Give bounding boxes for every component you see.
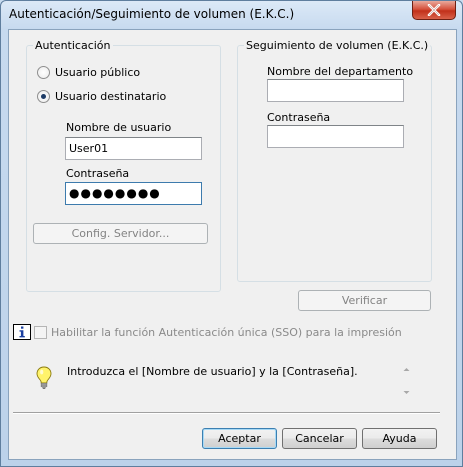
volume-tracking-group: Seguimiento de volumen (E.K.C.) Nombre d… xyxy=(237,39,432,282)
password-label: Contraseña xyxy=(66,167,130,180)
window-title: Autenticación/Seguimiento de volumen (E.… xyxy=(9,7,295,21)
sso-checkbox[interactable] xyxy=(34,325,47,339)
volume-tracking-group-title: Seguimiento de volumen (E.K.C.) xyxy=(244,39,431,52)
username-input[interactable]: User01 xyxy=(65,137,202,160)
cancel-button[interactable]: Cancelar xyxy=(282,428,357,449)
tracking-password-label: Contraseña xyxy=(267,111,331,124)
authentication-group: Autenticación Usuario público Usuario de… xyxy=(26,39,221,292)
username-label: Nombre de usuario xyxy=(66,121,172,134)
sso-label: Habilitar la función Autenticación única… xyxy=(51,325,402,339)
close-button[interactable] xyxy=(412,1,456,20)
accept-button[interactable]: Aceptar xyxy=(202,428,277,449)
radio-public-user-label: Usuario público xyxy=(55,66,141,79)
radio-public-user[interactable]: Usuario público xyxy=(37,66,140,79)
authentication-group-title: Autenticación xyxy=(33,39,113,52)
radio-recipient-user-label: Usuario destinatario xyxy=(55,90,167,103)
info-icon xyxy=(13,324,31,340)
info-glyph-icon xyxy=(19,326,25,338)
department-name-input[interactable] xyxy=(267,79,404,102)
config-server-button[interactable]: Config. Servidor... xyxy=(33,223,208,244)
message-scrollbar[interactable] xyxy=(398,360,415,402)
password-input[interactable]: ●●●●●●●● xyxy=(65,182,202,205)
title-bar[interactable]: Autenticación/Seguimiento de volumen (E.… xyxy=(1,1,462,29)
dialog-client-area: Autenticación Usuario público Usuario de… xyxy=(8,29,457,460)
help-button[interactable]: Ayuda xyxy=(362,428,437,449)
sso-row: Habilitar la función Autenticación única… xyxy=(13,324,402,340)
close-icon xyxy=(427,4,441,16)
bottom-separator xyxy=(13,412,440,414)
dialog-window: Autenticación/Seguimiento de volumen (E.… xyxy=(0,0,463,467)
radio-recipient-user[interactable]: Usuario destinatario xyxy=(37,90,166,103)
radio-recipient-user-indicator[interactable] xyxy=(37,90,50,103)
tracking-password-input[interactable] xyxy=(267,125,404,148)
radio-public-user-indicator[interactable] xyxy=(37,66,50,79)
verify-button[interactable]: Verificar xyxy=(298,290,431,311)
department-name-label: Nombre del departamento xyxy=(267,65,414,78)
message-text: Introduzca el [Nombre de usuario] y la [… xyxy=(67,365,358,378)
lightbulb-icon xyxy=(36,366,52,389)
message-area: Introduzca el [Nombre de usuario] y la [… xyxy=(9,348,456,410)
